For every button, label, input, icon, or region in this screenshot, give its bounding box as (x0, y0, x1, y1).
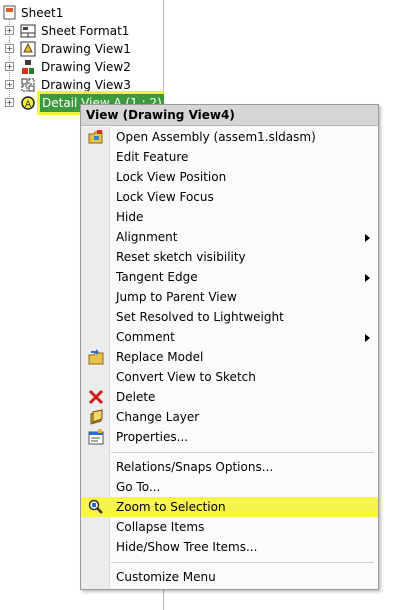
svg-text:A: A (25, 100, 32, 110)
expand-icon[interactable]: + (5, 26, 14, 35)
tree-item-label: Sheet Format1 (41, 24, 130, 38)
tree-item-label: Drawing View1 (41, 42, 131, 56)
projected-view-icon (22, 60, 34, 74)
menu-item-open-assembly[interactable]: Open Assembly (assem1.sldasm) (81, 127, 378, 147)
change-layer-icon (90, 409, 103, 425)
delete-icon (88, 389, 104, 405)
menu-item-hide-show-tree-items[interactable]: Hide/Show Tree Items... (81, 537, 378, 557)
menu-item-tangent-edge[interactable]: Tangent Edge (81, 267, 378, 287)
menu-separator (111, 452, 374, 453)
menu-item-change-layer[interactable]: Change Layer (81, 407, 378, 427)
tree-item-label: Drawing View2 (41, 60, 131, 74)
tree-item-drawing-view1[interactable]: + Drawing View1 (0, 40, 160, 58)
menu-item-lock-view-focus[interactable]: Lock View Focus (81, 187, 378, 207)
tree-item-drawing-view3[interactable]: + Drawing View3 (0, 76, 160, 94)
tree-item-label: Drawing View3 (41, 78, 131, 92)
drawing-view-icon (20, 41, 36, 57)
model-view-icon (21, 78, 35, 92)
menu-item-lock-view-position[interactable]: Lock View Position (81, 167, 378, 187)
expand-icon[interactable]: + (5, 62, 14, 71)
menu-item-set-resolved-lightweight[interactable]: Set Resolved to Lightweight (81, 307, 378, 327)
menu-item-relations-snaps-options[interactable]: Relations/Snaps Options... (81, 457, 378, 477)
tree-item-sheet-format1[interactable]: + Sheet Format1 (0, 22, 160, 40)
expand-icon[interactable]: + (5, 44, 14, 53)
menu-item-reset-sketch-visibility[interactable]: Reset sketch visibility (81, 247, 378, 267)
context-menu-header: View (Drawing View4) (81, 105, 378, 126)
menu-item-hide[interactable]: Hide (81, 207, 378, 227)
tree-item-label: Sheet1 (21, 6, 64, 20)
menu-item-go-to[interactable]: Go To... (81, 477, 378, 497)
menu-item-alignment[interactable]: Alignment (81, 227, 378, 247)
menu-item-delete[interactable]: Delete (81, 387, 378, 407)
menu-item-customize-menu[interactable]: Customize Menu (81, 567, 378, 587)
menu-separator (111, 562, 374, 563)
properties-icon (88, 429, 104, 445)
submenu-arrow-icon (365, 234, 370, 242)
menu-item-zoom-to-selection[interactable]: Zoom to Selection (81, 497, 378, 517)
zoom-to-selection-icon (88, 499, 103, 514)
menu-item-replace-model[interactable]: Replace Model (81, 347, 378, 367)
sheet-icon (3, 5, 16, 20)
expand-icon[interactable]: + (5, 80, 14, 89)
expand-icon[interactable]: + (5, 98, 14, 107)
menu-item-convert-view-to-sketch[interactable]: Convert View to Sketch (81, 367, 378, 387)
sheet-format-icon (20, 24, 36, 38)
tree-item-drawing-view2[interactable]: + Drawing View2 (0, 58, 160, 76)
open-assembly-icon (88, 130, 103, 144)
detail-view-icon: A (21, 96, 35, 110)
replace-model-icon (88, 349, 104, 365)
menu-item-jump-to-parent-view[interactable]: Jump to Parent View (81, 287, 378, 307)
menu-item-properties[interactable]: Properties... (81, 427, 378, 447)
menu-item-collapse-items[interactable]: Collapse Items (81, 517, 378, 537)
menu-item-comment[interactable]: Comment (81, 327, 378, 347)
menu-item-edit-feature[interactable]: Edit Feature (81, 147, 378, 167)
submenu-arrow-icon (365, 334, 370, 342)
submenu-arrow-icon (365, 274, 370, 282)
tree-item-sheet1[interactable]: Sheet1 (0, 4, 160, 22)
context-menu: View (Drawing View4) Open Assembly (asse… (80, 104, 379, 590)
